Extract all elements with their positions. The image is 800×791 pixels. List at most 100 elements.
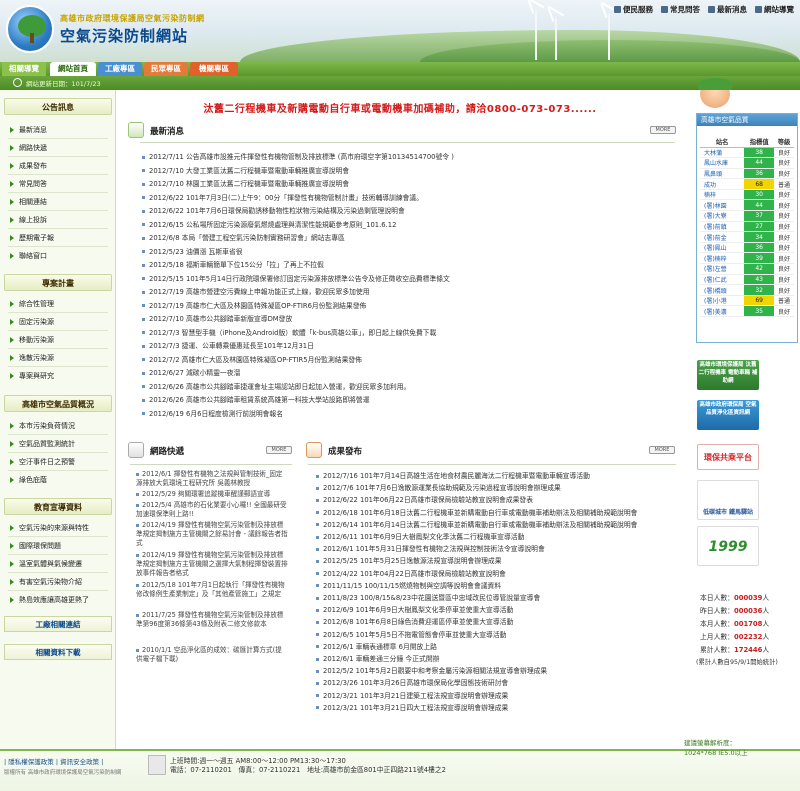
news-item[interactable]: 2012/7/10 林園工業區汰舊二行程機車暨電動車輛推廣宣導說明會 [142,178,349,188]
site-title[interactable]: 空氣污染防制網站 [60,25,188,46]
news-more-button[interactable]: MORE [650,126,676,134]
netnews-item[interactable]: 2012/4/19 揮發性有機物空氣污染管制及排放標準規定揭制施方主管機關之選擇… [136,551,288,578]
news-item[interactable]: 2012/7/10 大發工業區汰舊二行程機車暨電動車輛推廣宣導說明會 [142,165,349,175]
aq-station[interactable]: (署)仁武 [700,274,745,286]
results-item[interactable]: 2012/3/21 101年3月21日建築工程法規宣導說明會辦理成果 [316,690,508,700]
menu-item-links[interactable]: 相關連結 [10,196,47,208]
tab-public[interactable]: 民眾專區 [144,62,188,76]
aq-station[interactable]: (署)美濃 [700,305,745,317]
netnews-item[interactable]: 2012/5/4 高雄市的石化業要小心囉!! 全國最研受加速環保準則上路!! [136,501,288,519]
results-item[interactable]: 2012/6/8 101年6月8日綠色消費迎運區停車並使重大宣導活動 [316,616,513,626]
banner-bike-station[interactable]: 低碳城市 鐵馬驛站 [697,480,759,520]
menu-item-source-features[interactable]: 空氣污染的來源與特性 [10,522,89,534]
top-link-faq[interactable]: 常見問答 [661,4,700,15]
top-link-sitemap[interactable]: 網站導覽 [755,4,794,15]
netnews-item[interactable]: 2011/7/25 揮發性有機物空氣污染管制及排放標準第96度第36條第43條及… [136,611,288,629]
results-item[interactable]: 2012/6/18 101年6月18日汰舊二行程機車並新購電動自行車或電動機車補… [316,507,637,517]
results-item[interactable]: 2012/5/25 101年5月25日逸散源法規宣導說明會辦理成果 [316,555,502,565]
results-item[interactable]: 2012/6/1 101年5月31日揮發性有機物之法規與控制技術法令宣導說明會 [316,543,545,553]
news-item[interactable]: 2012/7/19 高雄市營建空污費線上申報功能正式上線，歡迎民眾多加使用 [142,286,370,296]
news-item[interactable]: 2012/5/18 福斯車輛簡單下位15公分「拉」了再上不拉假 [142,259,324,269]
footer-policy-links[interactable]: | 隱私權保護政策 | 資訊安全政策 | [4,756,103,766]
aq-panel-title[interactable]: 高雄市空氣品質 [697,114,797,126]
results-item[interactable]: 2012/6/9 101年6月9日大樹鳳梨文化季停車並使重大宣導活動 [316,604,513,614]
results-item[interactable]: 2011/11/15 100/11/15燃燒物制與空調等說明會會議資料 [316,580,501,590]
menu-item-monitoring[interactable]: 空氣品質監測統計 [10,438,75,450]
results-item[interactable]: 2011/8/23 100/8/15&8/23中花園送暨區中忠域改民位導管說量宣… [316,592,540,602]
aq-station[interactable]: 楠梓 [700,189,745,201]
aq-station[interactable]: (署)前金 [700,231,745,243]
results-item[interactable]: 2012/7/6 101年7月6日逸散源運業長協助規範及污染過程宣導說明會辦理成… [316,482,561,492]
netnews-item[interactable]: 2010/1/1 空品淨化區的成效：碳匯計算方式(提供電子檔下載) [136,646,288,664]
menu-item-fugitive-source[interactable]: 逸散污染源 [10,352,54,364]
results-item[interactable]: 2012/3/26 101年3月26日高雄市環保局化學固態技術研討會 [316,677,508,687]
news-item[interactable]: 2012/7/3 捷運、公車轉乘優惠延長至101年12月31日 [142,340,314,350]
tab-factory[interactable]: 工廠專區 [98,62,142,76]
news-item[interactable]: 2012/6/26 高雄市公共腳踏車租賃系統高雄第一科技大學站設路即將營運 [142,394,370,404]
menu-item-integrated[interactable]: 綜合性管理 [10,298,54,310]
aq-station[interactable]: 成功 [700,178,745,190]
menu-item-climate[interactable]: 溫室氣體與氣候變遷 [10,558,82,570]
menu-item-research[interactable]: 專案與研究 [10,370,54,382]
results-item[interactable]: 2012/6/11 101年6月9日大樹鳳梨文化季汰舊二行程機車宣導活動 [316,531,524,541]
news-item[interactable]: 2012/5/15 101年5月14日行政院環保署修訂固定污染源排放標準公告令及… [142,273,450,283]
menu-item-news[interactable]: 最新消息 [10,124,47,136]
news-item[interactable]: 2012/7/10 高雄市公共腳踏車新版宣導DM發放 [142,313,292,323]
news-item[interactable]: 2012/6/22 101年7月6日環保局勸誘移動物性粒狀物污染結構及污染過剩管… [142,205,405,215]
menu-item-mobile-source[interactable]: 移動污染源 [10,334,54,346]
aq-station[interactable]: 鳳山水庫 [700,157,745,169]
menu-item-faq[interactable]: 常見問答 [10,178,47,190]
aq-station[interactable]: (署)大寮 [700,210,745,222]
aq-station[interactable]: (署)橋頭 [700,284,745,296]
tab-home[interactable]: 網站首頁 [50,62,96,76]
accessibility-badge-icon[interactable] [148,755,166,775]
results-item[interactable]: 2012/6/14 101年6月14日汰舊二行程機車並新購電動自行車或電動機車補… [316,519,637,529]
aq-station[interactable]: (署)林園 [700,199,745,212]
aq-station[interactable]: 大林蒲 [700,147,745,159]
news-item[interactable]: 2012/7/11 公告高雄市設推元件揮發性有機物管制及排放標準 (高市府環空字… [142,151,454,161]
menu-item-netnews[interactable]: 網路快遞 [10,142,47,154]
results-item[interactable]: 2012/4/22 101年04月22日高雄市環保局檢驗站教宣說明會 [316,568,506,578]
menu-item-green-shade[interactable]: 綠色庇蔭 [10,474,47,486]
news-item[interactable]: 2012/6/15 公私場所固定污染源廢氣燃燒處理與清潔性能規範參考原則_101… [142,219,396,229]
site-logo[interactable] [6,5,54,53]
results-item[interactable]: 2012/6/1 車輛差通三分鐘 今正式開辦 [316,653,439,663]
news-item[interactable]: 2012/7/2 高雄市仁大區及林園區特殊凝區OP-FTIR5月份監測結果發佈 [142,354,362,364]
news-item[interactable]: 2012/6/27 減碳小精靈一夜溜 [142,367,240,377]
netnews-item[interactable]: 2012/5/18 101年7月1日起執行「揮發性有機物修改條例生產業制定」及「… [136,581,288,599]
aq-station[interactable]: 鳳鼻頭 [700,168,745,180]
news-item[interactable]: 2012/6/8 本局「營建工程空氣污染防制實務研習會」網站志專區 [142,232,345,242]
results-item[interactable]: 2012/6/22 101年06月22日高雄市環保局檢驗站教宣說明會成果發表 [316,494,533,504]
banner-scooter-subsidy[interactable]: 高雄市環境保護局 汰舊二行程機車 電動車輛 補助網 [697,360,759,390]
menu-item-complaint[interactable]: 線上投訴 [10,214,47,226]
menu-item-international[interactable]: 國際環保問題 [10,540,61,552]
top-link-service[interactable]: 便民服務 [614,4,653,15]
marquee-notice[interactable]: 汰舊二行程機車及新購電動自行車或電動機車加碼補助，請洽0800-073-073.… [120,100,680,115]
tab-guide[interactable]: 相關導覽 [2,62,46,76]
results-item[interactable]: 2012/3/21 101年3月21日四大工程法規宣導說明會辦理成果 [316,702,508,712]
banner-carpool[interactable]: 環保共乘平台 [697,444,759,470]
news-item[interactable]: 2012/6/19 6月6日程度檢測行前說明會報名 [142,408,283,418]
menu-item-fixed-source[interactable]: 固定污染源 [10,316,54,328]
banner-1999[interactable]: 1999 [697,526,759,566]
aq-station[interactable]: (署)鳳山 [700,242,745,254]
top-link-news[interactable]: 最新消息 [708,4,747,15]
menu-item-results[interactable]: 成果發布 [10,160,47,172]
menu-item-heat-island[interactable]: 熱島效應讓高雄更熱了 [10,594,89,606]
netnews-item[interactable]: 2012/5/29 夠關環署追蹤機車醒謹郵語宣導 [136,490,288,499]
results-item[interactable]: 2012/6/1 車輛表通標章 6月開放上路 [316,641,437,651]
menu-item-load[interactable]: 本市污染負荷情況 [10,420,75,432]
netnews-item[interactable]: 2012/4/19 揮發性有機物空氣污染管制及排放標準規定揭制施方主管機關之餘易… [136,521,288,548]
news-item[interactable]: 2012/7/19 高雄市仁大區及林園區特殊凝區OP-FTIR6月份監測結果發佈 [142,300,366,310]
aq-station[interactable]: (署)楠梓 [700,252,745,265]
news-item[interactable]: 2012/6/22 101年7月3日(二)上午9：00分「揮發性有機物管制計畫」… [142,192,423,202]
factory-links-button[interactable]: 工廠相關連結 [4,616,112,632]
banner-purification[interactable]: 高雄市政府環保局 空氣品質淨化區資訊網 [697,400,759,430]
news-item[interactable]: 2012/5/23 油價漲 瓦斯車省很 [142,246,243,256]
results-item[interactable]: 2012/5/2 101年5月2日觀要中和考察金屬污染源相關法規宣導會辦理成果 [316,665,547,675]
menu-item-warning[interactable]: 空汙事件日之預警 [10,456,75,468]
aq-station[interactable]: (署)小港 [700,295,745,307]
aq-station[interactable]: (署)前鎮 [700,221,745,233]
menu-item-newsletter[interactable]: 歷期電子報 [10,232,54,244]
results-item[interactable]: 2012/7/16 101年7月14日高雄生活在地食材農民麗海汰二行程機車暨電動… [316,470,590,480]
